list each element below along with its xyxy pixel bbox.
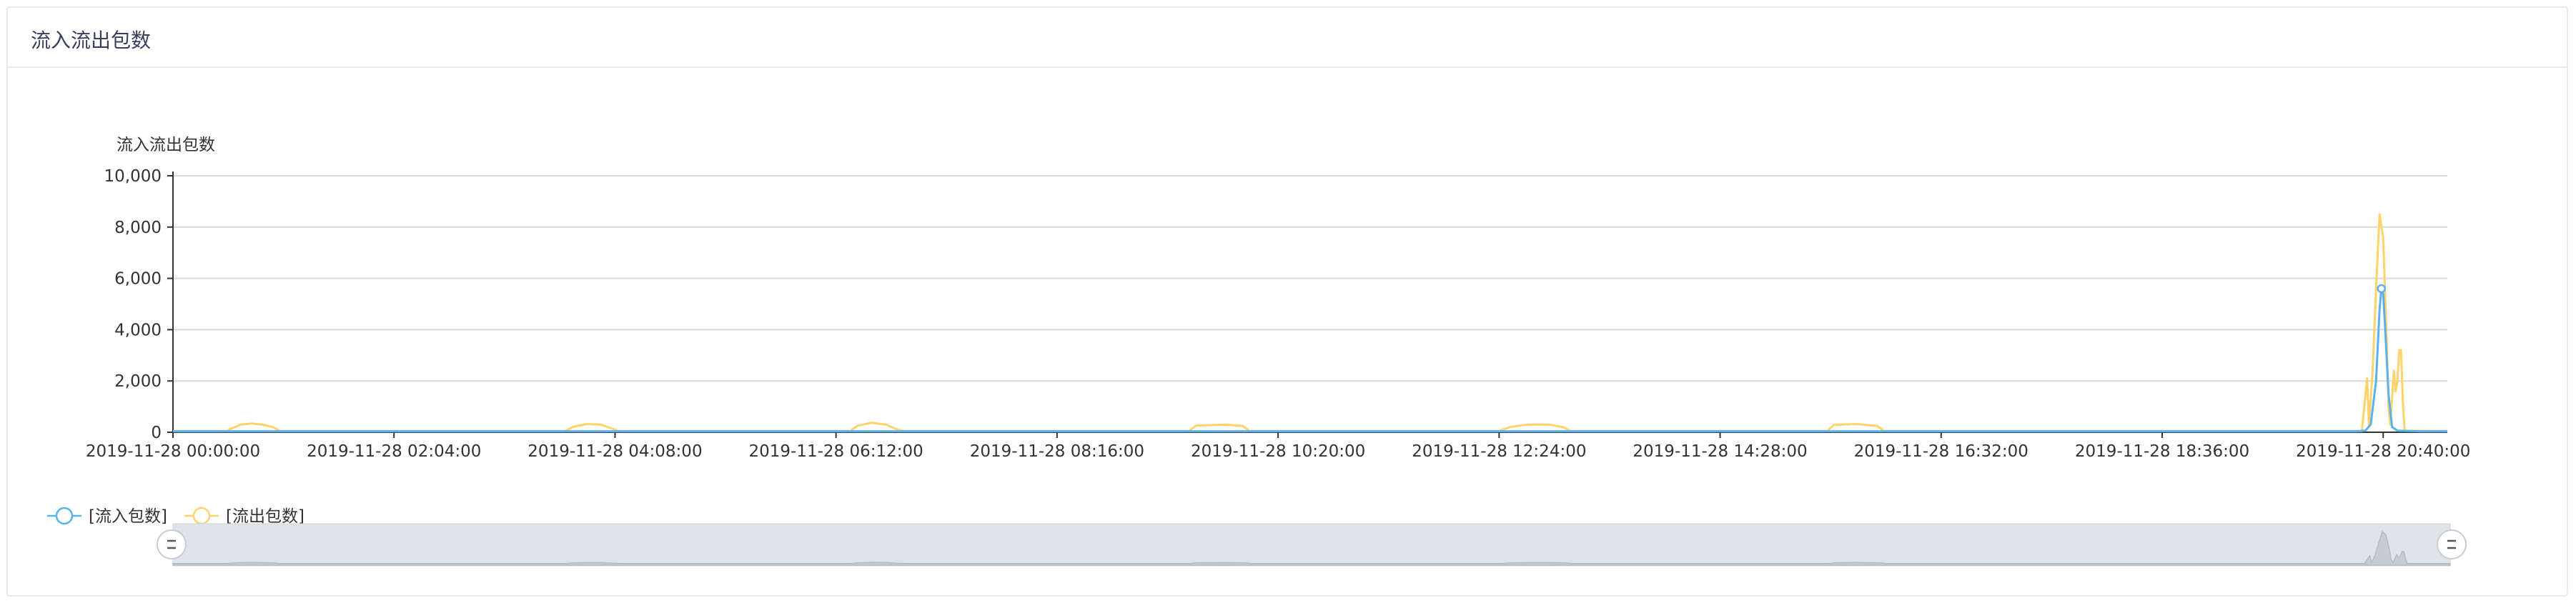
y-tick-label: 6,000 (114, 270, 162, 289)
x-tick-label: 2019-11-28 20:40:00 (2296, 442, 2470, 461)
y-tick-label: 10,000 (104, 167, 162, 186)
x-tick-label: 2019-11-28 00:00:00 (86, 442, 260, 461)
legend-item[interactable]: [流入包数] (47, 507, 167, 526)
data-zoom-slider[interactable] (157, 523, 2467, 567)
y-tick-label: 0 (151, 424, 162, 442)
zoom-handle-right[interactable] (2437, 529, 2467, 559)
zoom-track (172, 523, 2451, 567)
legend-marker-icon (55, 507, 74, 525)
series-line-inflow (173, 287, 2447, 433)
y-axis-ticks: 0 2,000 4,000 6,000 8,000 10,000 (104, 167, 173, 442)
x-axis-ticks: 2019-11-28 00:00:00 2019-11-28 02:04:00 20… (86, 432, 2470, 461)
x-tick-label: 2019-11-28 16:32:00 (1854, 442, 2028, 461)
legend-item[interactable]: [流出包数] (184, 507, 304, 526)
x-tick-label: 2019-11-28 04:08:00 (527, 442, 702, 461)
x-tick-label: 2019-11-28 02:04:00 (307, 442, 481, 461)
x-tick-label: 2019-11-28 14:28:00 (1633, 442, 1807, 461)
zoom-handle-icon (157, 529, 187, 559)
y-axis-label: 流入流出包数 (117, 136, 215, 154)
y-tick-label: 8,000 (114, 219, 162, 237)
x-tick-label: 2019-11-28 10:20:00 (1191, 442, 1365, 461)
grid-lines (173, 175, 2447, 382)
x-tick-label: 2019-11-28 12:24:00 (1412, 442, 1586, 461)
legend-label: [流入包数] (89, 507, 167, 526)
y-tick-label: 2,000 (114, 372, 162, 391)
line-chart: 流入流出包数 0 2,000 4,000 6,000 8,000 10,000 2019-… (47, 136, 2470, 567)
legend-label: [流出包数] (226, 507, 304, 526)
series-lines (173, 213, 2448, 433)
x-tick-label: 2019-11-28 08:16:00 (970, 442, 1144, 461)
legend-marker-icon (192, 507, 211, 525)
axes (172, 171, 2447, 433)
data-point-marker (2377, 284, 2386, 294)
zoom-handle-icon (2437, 529, 2467, 559)
legend: [流入包数] [流出包数] (47, 507, 304, 526)
x-tick-label: 2019-11-28 06:12:00 (749, 442, 923, 461)
series-line-outflow (173, 213, 2448, 432)
x-tick-label: 2019-11-28 18:36:00 (2075, 442, 2249, 461)
zoom-handle-left[interactable] (157, 529, 187, 559)
y-tick-label: 4,000 (114, 321, 162, 339)
